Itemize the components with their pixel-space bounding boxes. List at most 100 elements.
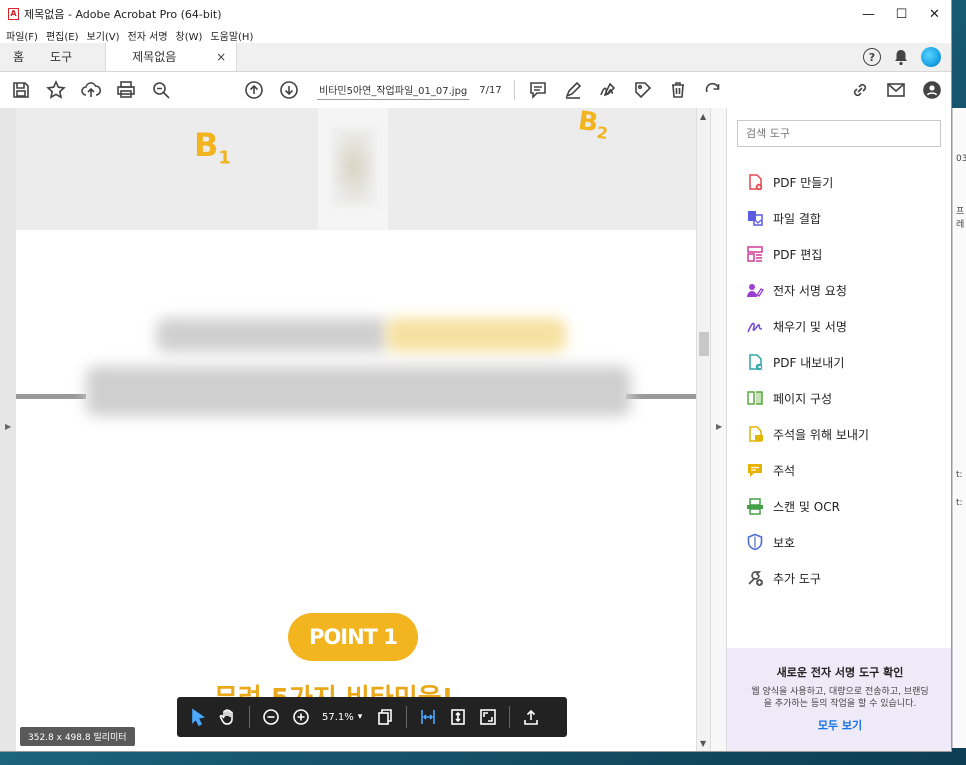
tool-item[interactable]: 파일 결합 (745, 200, 869, 236)
menu-view[interactable]: 보기(V) (87, 28, 120, 43)
toolbar-divider (509, 706, 511, 728)
previous-page-icon[interactable] (243, 79, 265, 101)
scroll-down-icon[interactable]: ▼ (700, 739, 706, 748)
header-actions: ? (863, 47, 941, 67)
tab-bar: 홈 도구 제목없음 × ? (0, 42, 951, 72)
zoom-dropdown-icon[interactable]: ▾ (358, 712, 363, 722)
main-toolbar: 비타민5아연_작업파일_01_07.jpg 7/17 (0, 72, 951, 109)
menu-help[interactable]: 도움말(H) (210, 28, 253, 43)
send-comments-icon (745, 424, 765, 444)
zoom-search-icon[interactable] (150, 79, 172, 101)
tool-item[interactable]: 스캔 및 OCR (745, 488, 869, 524)
maximize-button[interactable]: ☐ (885, 0, 918, 28)
filename-field[interactable]: 비타민5아연_작업파일_01_07.jpg (317, 80, 470, 100)
tab-document-label: 제목없음 (132, 50, 177, 64)
blurred-text-block (86, 366, 631, 416)
zoom-level[interactable]: 57.1% (322, 712, 354, 723)
share-link-icon[interactable] (849, 79, 871, 101)
left-pane-toggle[interactable]: ▶ (0, 108, 16, 751)
protect-icon (745, 532, 765, 552)
close-tab-icon[interactable]: × (216, 50, 226, 64)
tool-item[interactable]: 주석을 위해 보내기 (745, 416, 869, 452)
hand-tool-icon[interactable] (219, 697, 237, 737)
document-page: B1 B2 POINT 1 무려 5가지 비타민을! (16, 108, 696, 751)
select-cursor-icon[interactable] (189, 697, 207, 737)
tool-item-label: 추가 도구 (773, 571, 821, 586)
tool-item[interactable]: 보호 (745, 524, 869, 560)
toolbar-right-actions (849, 79, 943, 101)
promo-title: 새로운 전자 서명 도구 확인 (776, 666, 904, 679)
title-bar: A 제목없음 - Adobe Acrobat Pro (64-bit) — ☐ … (0, 0, 951, 28)
page-view-icon[interactable] (376, 697, 394, 737)
combine-files-icon (745, 208, 765, 228)
tool-item[interactable]: 주석 (745, 452, 869, 488)
tab-home[interactable]: 홈 (0, 42, 37, 71)
export-pdf-icon (745, 352, 765, 372)
close-button[interactable]: ✕ (918, 0, 951, 28)
tool-item-label: PDF 만들기 (773, 175, 834, 190)
search-tools-input[interactable] (737, 120, 941, 147)
zoom-out-icon[interactable] (262, 697, 280, 737)
tab-document[interactable]: 제목없음 × (105, 42, 238, 71)
tool-item-label: 주석 (773, 463, 796, 478)
tool-item-label: 파일 결합 (773, 211, 821, 226)
toolbar-divider (249, 706, 250, 728)
tool-item[interactable]: 채우기 및 서명 (745, 308, 869, 344)
promo-panel: 새로운 전자 서명 도구 확인 웹 양식을 사용하고, 대량으로 전송하고, 브… (727, 648, 951, 751)
rotate-icon[interactable] (702, 79, 724, 101)
highlight-pen-icon[interactable] (562, 79, 584, 101)
export-upload-icon[interactable] (522, 697, 540, 737)
account-avatar[interactable] (921, 47, 941, 67)
fit-width-icon[interactable] (419, 697, 437, 737)
background-text: t: (956, 470, 963, 480)
background-text: 03 (956, 154, 966, 164)
help-icon[interactable]: ? (863, 48, 881, 66)
tool-item[interactable]: 페이지 구성 (745, 380, 869, 416)
full-screen-icon[interactable] (479, 697, 497, 737)
document-viewport[interactable]: ▶ B1 B2 POINT 1 무려 5가지 비타민을! ▲ ▼ (0, 108, 710, 751)
scroll-up-icon[interactable]: ▲ (700, 112, 706, 121)
scrollbar-thumb[interactable] (699, 332, 709, 356)
upload-cloud-icon[interactable] (80, 79, 102, 101)
tool-item[interactable]: 전자 서명 요청 (745, 272, 869, 308)
tool-item-label: 주석을 위해 보내기 (773, 427, 869, 442)
notification-bell-icon[interactable] (893, 48, 909, 66)
save-icon[interactable] (10, 79, 32, 101)
zoom-in-icon[interactable] (292, 697, 310, 737)
tool-item[interactable]: PDF 만들기 (745, 164, 869, 200)
divider-line-left (16, 394, 86, 399)
menu-file[interactable]: 파일(F) (6, 28, 38, 43)
sign-icon[interactable] (597, 79, 619, 101)
vertical-scrollbar[interactable]: ▲ ▼ (696, 108, 710, 751)
expand-left-icon[interactable]: ▶ (5, 422, 11, 431)
edit-tag-icon[interactable] (632, 79, 654, 101)
create-pdf-icon (745, 172, 765, 192)
tool-item-label: 전자 서명 요청 (773, 283, 847, 298)
collapse-right-icon[interactable]: ▶ (716, 422, 722, 431)
bookmark-star-icon[interactable] (45, 79, 67, 101)
next-page-icon[interactable] (278, 79, 300, 101)
request-signature-icon (745, 280, 765, 300)
menu-edit[interactable]: 편집(E) (46, 28, 79, 43)
comment-icon[interactable] (527, 79, 549, 101)
email-icon[interactable] (885, 79, 907, 101)
right-pane-toggle[interactable]: ▶ (710, 108, 726, 751)
organize-pages-icon (745, 388, 765, 408)
label-b2: B2 (576, 108, 610, 144)
tab-tools[interactable]: 도구 (37, 42, 85, 71)
add-user-icon[interactable] (921, 79, 943, 101)
tool-item[interactable]: PDF 편집 (745, 236, 869, 272)
window-controls: — ☐ ✕ (852, 0, 951, 28)
delete-icon[interactable] (667, 79, 689, 101)
fit-page-icon[interactable] (449, 697, 467, 737)
view-all-link[interactable]: 모두 보기 (818, 717, 862, 733)
print-icon[interactable] (115, 79, 137, 101)
tool-item[interactable]: 추가 도구 (745, 560, 869, 596)
page-count: 7/17 (479, 84, 502, 96)
minimize-button[interactable]: — (852, 0, 885, 28)
tool-item-label: 채우기 및 서명 (773, 319, 847, 334)
menu-window[interactable]: 창(W) (176, 28, 203, 43)
menu-esign[interactable]: 전자 서명 (128, 28, 168, 43)
tool-item[interactable]: PDF 내보내기 (745, 344, 869, 380)
toolbar-divider (513, 80, 515, 100)
